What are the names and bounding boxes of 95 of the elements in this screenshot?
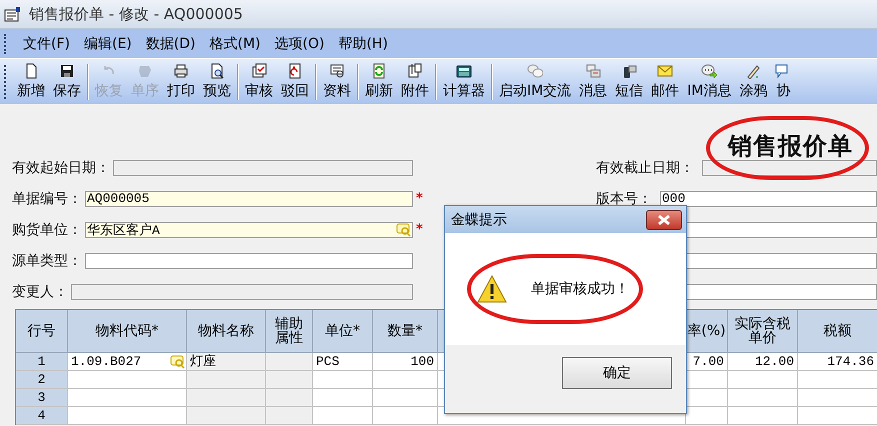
column-header: 率(%) (686, 310, 728, 353)
column-header: 税额 (798, 310, 877, 353)
dialog-title: 金蝶提示 (451, 210, 507, 228)
input-field[interactable] (702, 160, 877, 176)
table-cell (313, 389, 373, 407)
table-cell (266, 371, 313, 389)
field-label: 版本号： (596, 190, 652, 208)
toolbar-button[interactable]: 短信 (611, 63, 648, 100)
attachment-icon (407, 63, 423, 79)
toolbar-button[interactable]: 消息 (575, 63, 612, 100)
menu-item[interactable]: 数据(D) (146, 34, 196, 52)
table-cell: 灯座 (187, 353, 266, 371)
field-label: 变更人： (12, 282, 68, 300)
column-header: 物料代码* (68, 310, 187, 353)
close-button[interactable] (646, 210, 682, 230)
messages-icon (585, 63, 602, 79)
toolbar-button[interactable]: 附件 (397, 63, 433, 100)
printer-icon (173, 63, 189, 79)
menu-item[interactable]: 文件(F) (23, 34, 70, 52)
envelope-icon (657, 63, 674, 79)
column-header: 辅助属性 (266, 310, 313, 353)
refresh-icon (371, 63, 387, 79)
window-title: 销售报价单 - 修改 - AQ000005 (29, 4, 243, 24)
table-cell (728, 389, 798, 407)
column-header: 数量* (373, 310, 438, 353)
checked-pages-icon (251, 63, 267, 79)
toolbar-button[interactable]: 计算器 (439, 63, 489, 100)
dialog-message: 单据审核成功！ (531, 280, 629, 298)
toolbar-button[interactable]: 协 (771, 63, 796, 100)
input-field[interactable]: AQ000005 (85, 190, 413, 206)
toolbar-button[interactable]: 驳回 (277, 63, 313, 100)
required-mark: * (416, 191, 424, 206)
toolbar-button[interactable]: IM消息 (683, 63, 736, 100)
column-header: 单位* (313, 310, 373, 353)
table-cell: 100 (373, 353, 438, 371)
menu-item[interactable]: 帮助(H) (338, 34, 388, 52)
table-cell: PCS (313, 353, 373, 371)
field-label: 单据编号： (12, 190, 82, 208)
toolbar-button[interactable]: 保存 (49, 63, 85, 100)
field-label: 购货单位： (12, 220, 82, 238)
table-cell (313, 407, 373, 425)
menu-item[interactable]: 编辑(E) (84, 34, 132, 52)
toolbar-button[interactable]: 审核 (241, 63, 277, 100)
input-field[interactable] (85, 252, 413, 268)
row-number: 2 (16, 371, 68, 389)
chat-arrow-icon (701, 63, 718, 79)
document-icon (3, 6, 21, 22)
table-cell (728, 371, 798, 389)
toolbar-button[interactable]: 启动IM交流 (495, 63, 576, 100)
table-cell (266, 353, 313, 371)
field-label: 有效截止日期： (596, 158, 694, 176)
menu-item[interactable]: 选项(O) (274, 34, 324, 52)
warning-icon (477, 274, 507, 304)
table-cell (313, 371, 373, 389)
table-cell (266, 389, 313, 407)
chat-bubbles-icon (527, 63, 544, 79)
row-number: 4 (16, 407, 68, 425)
document-search-icon (329, 63, 345, 79)
row-number: 1 (16, 353, 68, 371)
toolbar-button[interactable]: 资料 (319, 63, 355, 100)
grip-handle (4, 34, 9, 54)
toolbar-button[interactable]: 新增 (13, 63, 49, 100)
input-field[interactable]: 000 (660, 190, 877, 206)
table-cell (728, 407, 798, 425)
table-cell: 12.00 (728, 353, 798, 371)
form-title: 销售报价单 (728, 131, 853, 160)
column-header: 实际含税单价 (728, 310, 798, 353)
table-cell: 174.36 (798, 353, 877, 371)
toolbar-button[interactable]: 刷新 (361, 63, 397, 100)
table-cell (373, 407, 438, 425)
table-cell (266, 407, 313, 425)
input-field[interactable] (71, 284, 413, 300)
input-field[interactable]: 华东区客户A (85, 222, 413, 238)
toolbar-button[interactable]: 邮件 (647, 63, 684, 100)
menu-item[interactable]: 格式(M) (209, 34, 260, 52)
toolbar-button[interactable]: 预览 (199, 63, 235, 100)
input-field[interactable] (113, 160, 413, 176)
grip-handle (4, 64, 9, 98)
close-icon (657, 214, 671, 226)
field-label: 源单类型： (12, 252, 82, 270)
column-header: 行号 (16, 310, 68, 353)
row-number: 3 (16, 389, 68, 407)
required-mark: * (416, 222, 424, 237)
page-magnifier-icon (209, 63, 225, 79)
table-cell-text: 1.09.B027 (70, 353, 142, 370)
phone-icon (621, 63, 638, 79)
pencil-icon (745, 63, 762, 79)
toolbar-button[interactable]: 涂鸦 (735, 63, 772, 100)
column-header: 物料名称 (187, 310, 266, 353)
field-label: 有效起始日期： (12, 158, 110, 176)
toolbar-button[interactable]: 打印 (163, 63, 199, 100)
ok-button[interactable]: 确定 (562, 357, 672, 389)
calculator-icon (456, 63, 472, 79)
table-cell: 7.00 (686, 353, 728, 371)
return-page-icon (287, 63, 303, 79)
